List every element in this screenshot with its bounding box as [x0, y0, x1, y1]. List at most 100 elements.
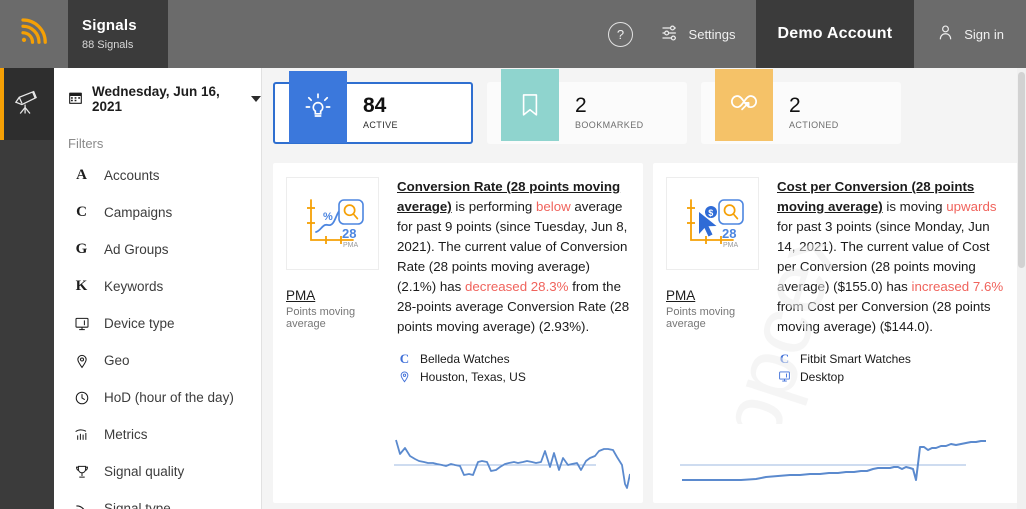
clock-icon — [72, 390, 91, 406]
sidebar-item-hod[interactable]: HoD (hour of the day) — [54, 379, 261, 416]
meta-campaign: C Fitbit Smart Watches — [777, 351, 1010, 367]
svg-text:PMA: PMA — [343, 242, 359, 249]
sidebar-item-label: Signal type — [104, 501, 171, 509]
stat-card-actioned[interactable]: 2 Actioned — [701, 69, 901, 144]
meta-label: Fitbit Smart Watches — [800, 351, 911, 366]
sidebar-item-keywords[interactable]: K Keywords — [54, 268, 261, 305]
stat-count: 2 — [575, 93, 587, 117]
infinity-link-icon — [715, 69, 773, 141]
letter-g-icon: G — [75, 241, 88, 257]
meta-campaign: C Belleda Watches — [397, 351, 630, 367]
top-header: Signals 88 Signals ? Settings Demo Accou… — [0, 0, 1026, 68]
help-button[interactable]: ? — [604, 0, 638, 68]
meta-device: Desktop — [777, 370, 1010, 384]
sidebar-item-label: Metrics — [104, 427, 148, 442]
stat-card-active[interactable]: 84 Active — [273, 71, 473, 144]
cursor-dollar-magnifier-icon: $ 28 PMA — [666, 177, 759, 270]
rail-active-accent — [0, 68, 4, 140]
signal-card-conversion-rate[interactable]: % 28 PMA PMA Points moving average Conve… — [273, 163, 643, 503]
sidebar-item-label: Geo — [104, 353, 130, 368]
card-meta: C Belleda Watches Houston, Texas, US — [286, 351, 630, 384]
svg-text:28: 28 — [722, 226, 736, 241]
change-phrase: decreased 28.3% — [465, 278, 569, 294]
pma-link[interactable]: PMA — [666, 288, 763, 303]
rail-item-explore[interactable] — [0, 68, 54, 140]
card-icon-column: $ 28 PMA PMA Points moving average — [666, 177, 763, 337]
svg-text:%: % — [323, 211, 333, 223]
sidebar-item-signal-quality[interactable]: Signal quality — [54, 453, 261, 490]
monitor-icon — [777, 370, 792, 383]
sidebar: Wednesday, Jun 16, 2021 Filters A Accoun… — [54, 68, 262, 509]
trend-word: upwards — [946, 198, 997, 214]
signal-cards-row: % 28 PMA PMA Points moving average Conve… — [262, 144, 1026, 503]
bar-chart-icon — [72, 427, 91, 443]
date-picker[interactable]: Wednesday, Jun 16, 2021 — [54, 84, 261, 114]
svg-text:28: 28 — [342, 226, 356, 241]
signin-label: Sign in — [964, 26, 1004, 42]
filters-heading: Filters — [68, 136, 104, 151]
meta-geo: Houston, Texas, US — [397, 370, 630, 384]
sidebar-item-signal-type[interactable]: Signal type — [54, 490, 261, 509]
help-icon: ? — [608, 21, 634, 47]
card-icon-column: % 28 PMA PMA Points moving average — [286, 177, 383, 337]
tab-signals-title: Signals — [82, 17, 137, 34]
stat-label: Bookmarked — [575, 117, 644, 132]
stat-count: 84 — [363, 93, 387, 117]
settings-button[interactable]: Settings — [660, 0, 756, 68]
sparkline-conversion-rate — [394, 439, 630, 489]
desc-text-1: is performing — [451, 198, 536, 214]
sidebar-item-metrics[interactable]: Metrics — [54, 416, 261, 453]
user-icon — [936, 23, 955, 45]
sidebar-item-campaigns[interactable]: C Campaigns — [54, 194, 261, 231]
pma-link[interactable]: PMA — [286, 288, 383, 303]
tab-signals[interactable]: Signals 88 Signals — [68, 0, 168, 68]
account-label: Demo Account — [777, 25, 893, 42]
stat-label: Active — [363, 117, 398, 132]
campaign-c-icon: C — [779, 350, 790, 366]
sidebar-item-device-type[interactable]: Device type — [54, 305, 261, 342]
desc-text-3: from Cost per Conversion (28 points movi… — [777, 298, 991, 334]
sidebar-item-label: HoD (hour of the day) — [104, 390, 234, 405]
tab-demo-account[interactable]: Demo Account — [755, 0, 915, 68]
stats-row: 84 Active 2 Bookmarked — [262, 68, 1026, 144]
sparkline-cost-per-conversion — [680, 440, 986, 481]
signal-waves-icon — [72, 501, 91, 509]
signal-card-cost-per-conversion[interactable]: $ 28 PMA PMA Points moving average Cost … — [653, 163, 1023, 503]
map-pin-icon — [397, 370, 412, 383]
sidebar-item-accounts[interactable]: A Accounts — [54, 157, 261, 194]
campaign-c-icon: C — [399, 350, 410, 366]
desc-text-1: is moving — [882, 198, 947, 214]
sidebar-item-label: Keywords — [104, 279, 164, 294]
card-description: Conversion Rate (28 points moving averag… — [397, 177, 630, 337]
letter-a-icon: A — [76, 167, 87, 183]
signal-rss-icon — [19, 17, 49, 52]
letter-c-icon: C — [76, 204, 87, 220]
signin-button[interactable]: Sign in — [914, 0, 1026, 68]
change-phrase: increased 7.6% — [911, 278, 1004, 294]
sliders-icon — [660, 23, 680, 46]
stat-card-bookmarked[interactable]: 2 Bookmarked — [487, 69, 687, 144]
date-label: Wednesday, Jun 16, 2021 — [92, 84, 220, 114]
lightbulb-icon — [289, 71, 347, 143]
letter-k-icon: K — [75, 278, 88, 294]
trophy-icon — [72, 464, 91, 480]
brand-logo[interactable] — [0, 0, 68, 68]
chevron-down-icon[interactable] — [251, 96, 261, 102]
stat-count: 2 — [789, 93, 801, 117]
sidebar-item-geo[interactable]: Geo — [54, 342, 261, 379]
meta-label: Desktop — [800, 369, 845, 384]
scrollbar-thumb[interactable] — [1018, 72, 1025, 268]
main-content: 84 Active 2 Bookmarked — [262, 68, 1026, 509]
sidebar-item-label: Device type — [104, 316, 175, 331]
map-pin-icon — [72, 353, 91, 369]
card-description: Cost per Conversion (28 points moving av… — [777, 177, 1010, 337]
meta-label: Belleda Watches — [420, 351, 510, 366]
svg-text:PMA: PMA — [723, 242, 739, 249]
meta-label: Houston, Texas, US — [420, 369, 526, 384]
sidebar-item-label: Signal quality — [104, 464, 185, 479]
sidebar-item-ad-groups[interactable]: G Ad Groups — [54, 231, 261, 268]
telescope-icon — [10, 85, 44, 124]
pma-sublabel: Points moving average — [286, 306, 356, 330]
svg-text:$: $ — [708, 208, 713, 218]
